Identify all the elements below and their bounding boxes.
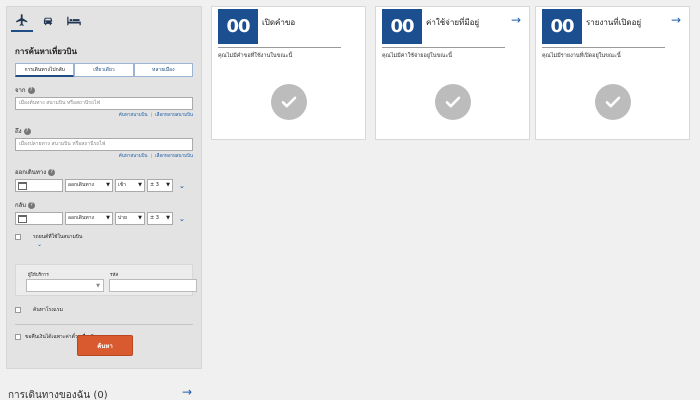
hotel-option-label: ค้นหาโรงแรม	[33, 307, 63, 313]
depart-range-select[interactable]: ± 3 ▼	[147, 179, 173, 192]
vendor-label: ผู้ให้บริการ	[28, 273, 49, 278]
search-title: การค้นหาเที่ยวบิน	[15, 47, 77, 56]
depart-type-select[interactable]: ออกเดินทาง ▼	[65, 179, 113, 192]
find-airport-link[interactable]: ค้นหาสนามบิน	[119, 154, 148, 159]
return-time-select[interactable]: บ่าย ▼	[115, 212, 145, 225]
depart-date-input[interactable]	[15, 179, 63, 192]
return-label: กลับ	[15, 202, 27, 209]
card-empty-text: คุณไม่มีรายงานที่เปิดอยู่ในขณะนี้	[542, 53, 621, 59]
hotel-option-checkbox[interactable]	[15, 307, 21, 313]
card-open-reports[interactable]: 00 รายงานที่เปิดอยู่ → คุณไม่มีรายงานที่…	[535, 6, 690, 140]
card-title: รายงานที่เปิดอยู่	[586, 18, 642, 27]
dropdown-arrow-icon: ▼	[138, 215, 142, 221]
return-row: ออกเดินทาง ▼ บ่าย ▼ ± 3 ▼ ⌄	[15, 212, 193, 225]
trip-type-tabs: การเดินทางไปกลับ เที่ยวเดียว หลายเมือง	[15, 63, 193, 77]
tab-flight[interactable]	[11, 10, 33, 32]
car-option-checkbox[interactable]	[15, 234, 21, 240]
help-icon[interactable]: ?	[28, 201, 36, 209]
card-count: 00	[542, 9, 582, 44]
check-icon	[595, 84, 631, 120]
return-type-select[interactable]: ออกเดินทาง ▼	[65, 212, 113, 225]
arrow-right-icon[interactable]: →	[671, 13, 681, 27]
dropdown-arrow-icon: ▼	[166, 182, 170, 188]
card-empty-text: คุณไม่มีค่าใช้จ่ายอยู่ในขณะนี้	[382, 53, 453, 59]
tab-car[interactable]	[37, 10, 59, 32]
search-button[interactable]: ค้นหา	[77, 335, 133, 356]
dropdown-arrow-icon: ▼	[96, 283, 100, 289]
car-option-label: รถยนต์ที่ใช้ในสนามบิน	[33, 234, 83, 240]
to-links: ค้นหาสนามบิน | เลือกหลายสนามบิน	[118, 154, 193, 159]
help-icon[interactable]: ?	[27, 86, 35, 94]
from-input[interactable]: เมืองต้นทาง สนามบิน หรือสถานีรถไฟ	[15, 97, 193, 110]
dropdown-arrow-icon: ▼	[138, 182, 142, 188]
dropdown-arrow-icon: ▼	[106, 182, 110, 188]
car-option-row: รถยนต์ที่ใช้ในสนามบิน	[15, 233, 201, 241]
calendar-icon	[18, 182, 27, 190]
card-title: เปิดคำขอ	[262, 18, 296, 27]
to-label-row: ถึง ?	[15, 126, 201, 136]
chevron-down-icon[interactable]: ⌄	[179, 215, 185, 223]
return-label-row: กลับ ?	[15, 200, 201, 210]
from-label: จาก	[15, 87, 26, 94]
to-label: ถึง	[15, 128, 22, 135]
search-panel: การค้นหาเที่ยวบิน การเดินทางไปกลับ เที่ย…	[6, 6, 202, 369]
arrow-right-icon[interactable]: →	[182, 385, 192, 399]
card-title: ค่าใช้จ่ายที่มีอยู่	[426, 18, 480, 27]
page: การค้นหาเที่ยวบิน การเดินทางไปกลับ เที่ย…	[0, 0, 700, 400]
chevron-down-icon[interactable]: ⌄	[37, 241, 201, 248]
card-empty-text: คุณไม่มีคำขอที่ใช้งานในขณะนี้	[218, 53, 293, 59]
chevron-down-icon[interactable]: ⌄	[179, 182, 185, 190]
check-icon	[435, 84, 471, 120]
dropdown-arrow-icon: ▼	[106, 215, 110, 221]
trip-type-multicity[interactable]: หลายเมือง	[133, 63, 193, 77]
dropdown-arrow-icon: ▼	[166, 215, 170, 221]
depart-label: ออกเดินทาง	[15, 169, 47, 176]
find-airport-link[interactable]: ค้นหาสนามบิน	[119, 113, 148, 118]
depart-label-row: ออกเดินทาง ?	[15, 167, 201, 177]
card-count: 00	[218, 9, 258, 44]
hotel-bed-icon	[67, 16, 81, 26]
depart-time-select[interactable]: เช้า ▼	[115, 179, 145, 192]
calendar-icon	[18, 215, 27, 223]
trip-type-oneway[interactable]: เที่ยวเดียว	[74, 63, 134, 77]
hotel-option-row: ค้นหาโรงแรม	[15, 306, 201, 314]
help-icon[interactable]: ?	[48, 168, 56, 176]
divider	[218, 47, 341, 48]
divider	[542, 47, 665, 48]
select-multiple-airports-link[interactable]: เลือกหลายสนามบิน	[155, 154, 193, 159]
tab-hotel[interactable]	[63, 10, 85, 32]
code-input[interactable]	[109, 279, 197, 292]
refundable-option-checkbox[interactable]	[15, 334, 21, 340]
airplane-icon	[16, 14, 28, 26]
check-icon	[271, 84, 307, 120]
divider	[382, 47, 505, 48]
return-range-select[interactable]: ± 3 ▼	[147, 212, 173, 225]
select-multiple-airports-link[interactable]: เลือกหลายสนามบิน	[155, 113, 193, 118]
trip-type-round[interactable]: การเดินทางไปกลับ	[15, 63, 75, 77]
return-date-input[interactable]	[15, 212, 63, 225]
code-label: รหัส	[110, 273, 119, 278]
card-open-requests[interactable]: 00 เปิดคำขอ คุณไม่มีคำขอที่ใช้งานในขณะนี…	[211, 6, 366, 140]
vendor-box: ผู้ให้บริการ รหัส ▼	[15, 264, 197, 296]
divider	[15, 324, 193, 325]
vendor-select[interactable]: ▼	[26, 279, 104, 292]
depart-row: ออกเดินทาง ▼ เช้า ▼ ± 3 ▼ ⌄	[15, 179, 193, 192]
mode-tabs	[7, 7, 201, 35]
car-icon	[43, 17, 53, 26]
arrow-right-icon[interactable]: →	[511, 13, 521, 27]
card-count: 00	[382, 9, 422, 44]
from-links: ค้นหาสนามบิน | เลือกหลายสนามบิน	[118, 113, 193, 118]
from-label-row: จาก ?	[15, 85, 201, 95]
card-available-expenses[interactable]: 00 ค่าใช้จ่ายที่มีอยู่ → คุณไม่มีค่าใช้จ…	[375, 6, 530, 140]
help-icon[interactable]: ?	[23, 127, 31, 135]
my-trips-title: การเดินทางของฉัน (0)	[8, 390, 108, 400]
to-input[interactable]: เมืองปลายทาง สนามบิน หรือสถานีรถไฟ	[15, 138, 193, 151]
